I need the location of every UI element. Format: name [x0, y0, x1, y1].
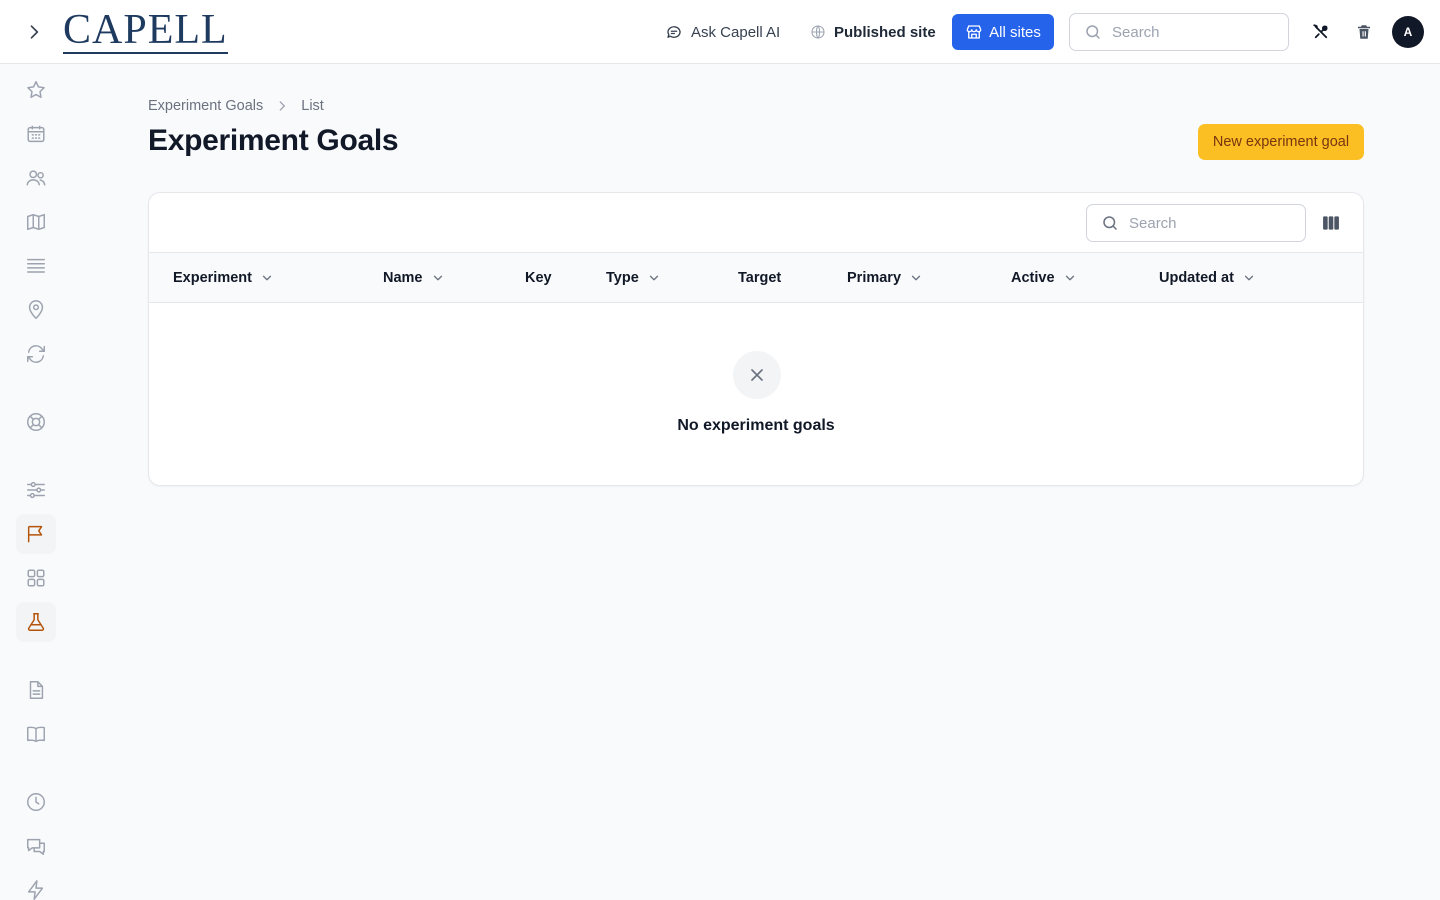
published-site-link[interactable]: Published site [810, 18, 936, 46]
refresh-icon [27, 345, 45, 363]
column-header-target: Target [738, 253, 781, 303]
all-sites-button[interactable]: All sites [952, 14, 1054, 50]
column-header-label: Updated at [1159, 270, 1234, 286]
column-header-label: Type [606, 270, 639, 286]
tools-button[interactable] [1309, 20, 1333, 44]
column-header-active[interactable]: Active [1011, 253, 1077, 303]
ask-ai-label: Ask Capell AI [691, 23, 781, 41]
page-title: Experiment Goals [148, 124, 399, 157]
chevron-down-icon [911, 275, 921, 281]
sidebar [0, 65, 72, 900]
sidebar-item-experiments[interactable] [16, 602, 56, 642]
top-bar: CAPELL Ask Capell AI Published site All … [0, 0, 1440, 64]
column-header-primary[interactable]: Primary [847, 253, 923, 303]
sidebar-item-settings[interactable] [16, 470, 56, 510]
users-icon [26, 170, 46, 186]
sidebar-item-users[interactable] [16, 158, 56, 198]
sidebar-item-lists[interactable] [16, 246, 56, 286]
toggle-columns-button[interactable] [1319, 211, 1343, 235]
document-icon [29, 681, 44, 699]
sidebar-item-docs[interactable] [16, 714, 56, 754]
table-toolbar [149, 193, 1363, 253]
lifebuoy-icon [27, 413, 45, 431]
sidebar-item-sync[interactable] [16, 334, 56, 374]
map-pin-icon [28, 300, 44, 320]
ask-ai-button[interactable]: Ask Capell AI [665, 18, 780, 46]
breadcrumb: Experiment Goals List [148, 96, 324, 116]
column-header-label: Active [1011, 270, 1055, 286]
sidebar-item-messages[interactable] [16, 826, 56, 866]
column-header-updated-at[interactable]: Updated at [1159, 253, 1256, 303]
chevron-right-icon [30, 25, 39, 39]
column-header-label: Name [383, 270, 423, 286]
globe-icon [811, 25, 825, 39]
sidebar-item-experiments-flag[interactable] [16, 514, 56, 554]
column-header-type[interactable]: Type [606, 253, 661, 303]
new-experiment-goal-button[interactable]: New experiment goal [1198, 124, 1364, 160]
logo[interactable]: CAPELL [63, 7, 228, 54]
logo-text: CAPELL [63, 7, 228, 53]
table-header: Experiment Name Key Type Target Primary … [149, 253, 1363, 303]
published-site-label: Published site [834, 23, 936, 41]
chat-icon [27, 838, 45, 855]
search-icon [1086, 25, 1100, 39]
chevron-down-icon [1244, 275, 1254, 281]
experiment-goals-table: Experiment Name Key Type Target Primary … [148, 192, 1364, 486]
empty-state-message: No experiment goals [677, 417, 835, 434]
bolt-icon [27, 880, 44, 900]
grid-icon [27, 569, 45, 587]
avatar-initial: A [1403, 25, 1413, 39]
search-icon [1103, 216, 1117, 230]
calendar-icon [27, 125, 45, 143]
empty-state-icon-wrap [733, 351, 781, 399]
book-icon [27, 726, 45, 743]
sidebar-item-apps[interactable] [16, 558, 56, 598]
list-icon [27, 258, 45, 273]
sidebar-item-documents[interactable] [16, 670, 56, 710]
column-header-label: Key [525, 270, 552, 286]
chevron-down-icon [649, 275, 658, 281]
global-search-input[interactable] [1112, 23, 1262, 41]
table-search-input[interactable] [1129, 214, 1279, 232]
sliders-icon [27, 481, 45, 499]
all-sites-label: All sites [989, 23, 1041, 41]
breadcrumb-parent-link[interactable]: Experiment Goals [148, 98, 263, 114]
breadcrumb-current: List [301, 98, 324, 114]
column-header-label: Target [738, 270, 782, 286]
sidebar-item-history[interactable] [16, 782, 56, 822]
clock-icon [27, 793, 45, 811]
sidebar-item-maps[interactable] [16, 202, 56, 242]
column-header-key: Key [525, 253, 552, 303]
expand-sidebar-button[interactable] [20, 18, 48, 46]
sidebar-item-automations[interactable] [16, 870, 56, 900]
column-header-label: Primary [847, 270, 902, 286]
chevron-down-icon [262, 275, 272, 281]
sidebar-item-calendar[interactable] [16, 114, 56, 154]
close-icon [751, 369, 763, 381]
star-icon [27, 81, 45, 98]
map-icon [27, 213, 45, 231]
beaker-icon [27, 613, 45, 631]
sidebar-item-locations[interactable] [16, 290, 56, 330]
chevron-down-icon [1065, 275, 1074, 281]
chat-bubble-icon [667, 26, 681, 38]
columns-icon [1323, 216, 1339, 230]
trash-button[interactable] [1352, 20, 1376, 44]
chevron-down-icon [433, 275, 442, 281]
user-avatar[interactable]: A [1392, 16, 1424, 48]
wrench-screwdriver-icon [1313, 24, 1328, 39]
column-header-experiment[interactable]: Experiment [173, 253, 274, 303]
new-experiment-goal-label: New experiment goal [1212, 134, 1350, 150]
storefront-icon [966, 25, 982, 39]
column-header-label: Experiment [173, 270, 252, 286]
global-search [1069, 13, 1289, 51]
sidebar-item-support[interactable] [16, 402, 56, 442]
column-header-name[interactable]: Name [383, 253, 445, 303]
trash-icon [1358, 25, 1370, 39]
flag-icon [27, 525, 43, 543]
chevron-right-icon [279, 101, 286, 111]
sidebar-item-favorites[interactable] [16, 70, 56, 110]
logo-underline [63, 52, 228, 54]
table-search [1086, 204, 1306, 242]
